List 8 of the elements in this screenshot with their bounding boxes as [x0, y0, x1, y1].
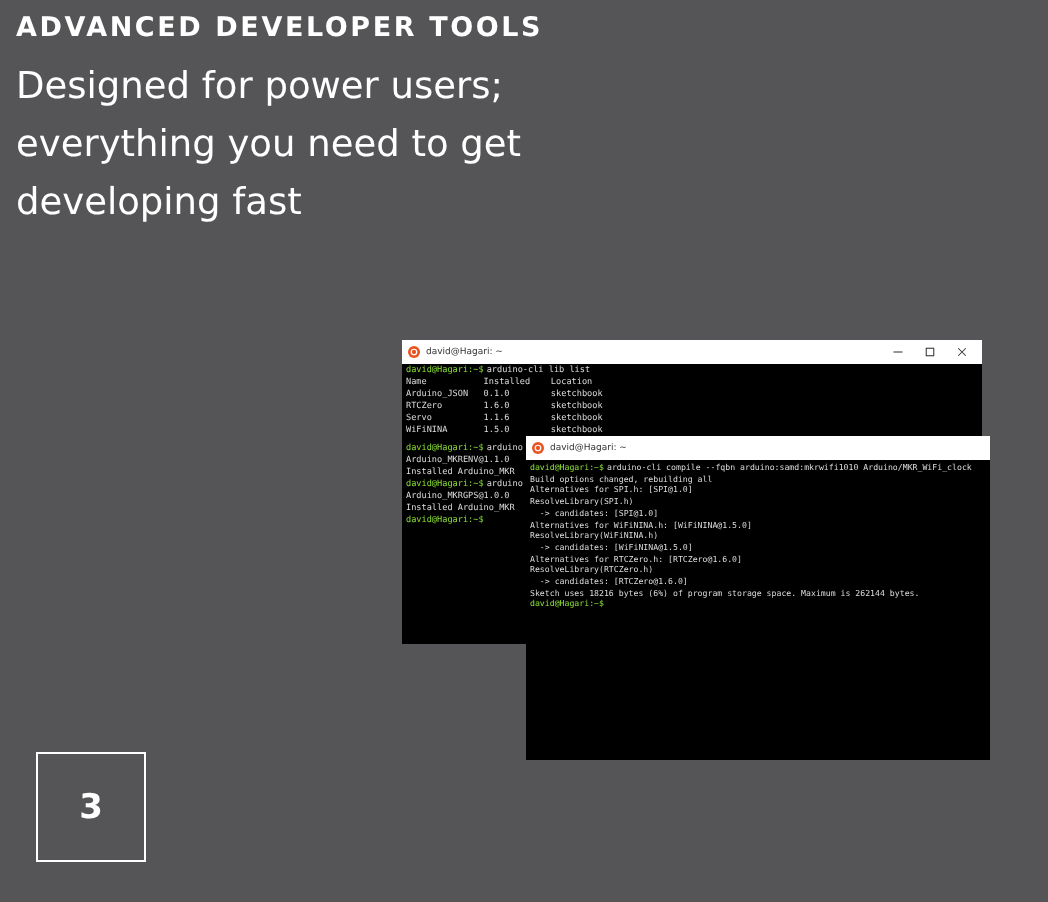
close-icon[interactable]: [956, 346, 968, 358]
ubuntu-icon: [532, 442, 544, 454]
maximize-icon[interactable]: [924, 346, 936, 358]
tagline: Designed for power users; everything you need to get developing fast: [16, 64, 524, 228]
minimize-icon[interactable]: [892, 346, 904, 358]
ubuntu-icon: [408, 346, 420, 358]
step-number: 3: [36, 752, 146, 862]
section-heading: ADVANCED DEVELOPER TOOLS: [16, 12, 546, 44]
